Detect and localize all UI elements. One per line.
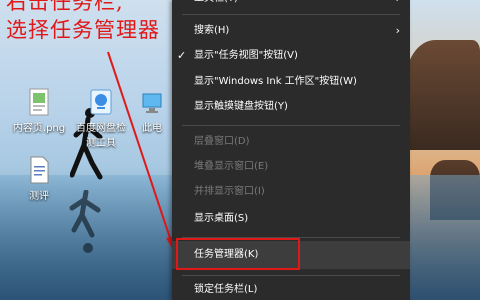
annotation-line-1: 右击任务栏, [6,0,124,14]
menu-separator [182,14,400,15]
runner-reflection [69,190,101,253]
this-pc-icon [142,93,162,113]
desktop-icon-baidu-tool[interactable]: 百度网盘检 测工具 [68,88,134,149]
desktop-icon-content-page[interactable]: 内容页.png [6,88,72,134]
menu-item-cascade-windows: 层叠窗口(D) [194,136,250,147]
menu-item-show-task-view-button[interactable]: ✓ 显示"任务视图"按钮(V) [172,45,410,67]
desktop-icon-label: 此电 [142,123,162,134]
chevron-right-icon: › [396,0,400,10]
chevron-right-icon: › [395,24,400,37]
menu-item-lock-taskbar[interactable]: 锁定任务栏(L) [172,279,410,300]
desktop-icon-label: 测评 [29,191,49,202]
annotation-line-2: 选择任务管理器 [6,18,160,42]
menu-item-stack-windows: 堆叠显示窗口(E) [194,161,269,172]
baidu-netdisk-icon [90,89,112,115]
menu-separator [182,125,400,126]
desktop-background: 右击任务栏, 选择任务管理器 内容页.png 百度网盘检 测工具 此电 测评 搜… [0,0,480,300]
text-file-icon [30,156,49,184]
desktop-icon-label: 内容页.png [12,123,66,134]
checkmark-icon: ✓ [177,49,187,62]
menu-item-show-desktop[interactable]: 显示桌面(S) [172,208,410,230]
menu-item-side-by-side-windows: 并排显示窗口(I) [194,186,265,197]
menu-item-search[interactable]: 搜索(H) › [172,20,410,42]
highlight-box-task-manager [176,238,300,270]
desktop-icon-review[interactable]: 测评 [6,156,72,202]
desktop-icon-label: 百度网盘检 [76,123,126,134]
menu-item-show-touch-keyboard-button[interactable]: 显示触摸键盘按钮(Y) [172,96,410,118]
desktop-icon-this-pc[interactable]: 此电 [132,88,172,134]
menu-item-toolbars[interactable]: 工具栏(T) › [172,0,410,10]
menu-separator [182,275,400,276]
rock-formation [405,40,480,150]
menu-item-show-windows-ink-button[interactable]: 显示"Windows Ink 工作区"按钮(W) [172,71,410,93]
image-file-icon [29,88,49,116]
desktop-icon-label-line2: 测工具 [86,138,116,149]
